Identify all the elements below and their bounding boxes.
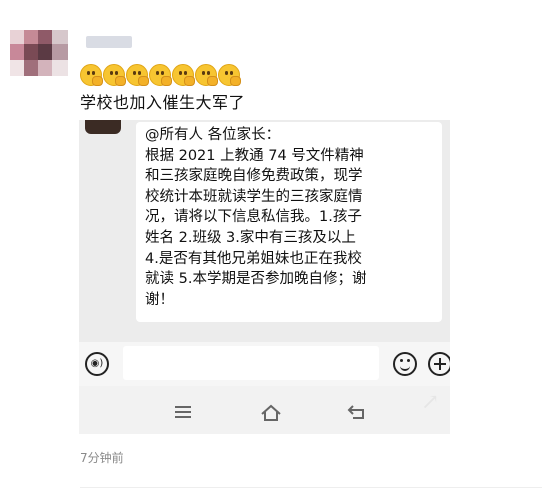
message-input — [123, 346, 379, 380]
home-icon — [261, 404, 281, 421]
yawn-emoji-icon — [218, 64, 241, 86]
sender-avatar — [85, 120, 121, 134]
plus-icon — [428, 352, 450, 376]
message-line: @所有人 各位家长： — [145, 127, 281, 143]
message-line: 和三孩家庭晚自修免费政策，现学 — [145, 168, 363, 185]
message-line: 根据 2021 上教通 74 号文件精神 — [145, 147, 364, 164]
yawn-emoji-icon — [195, 64, 218, 86]
message-text: @所有人 各位家长： 根据 2021 上教通 74 号文件精神 和三孩家庭晚自修免… — [145, 125, 439, 310]
back-icon — [347, 405, 364, 419]
message-line: 4.是否有其他兄弟姐妹也正在我校 — [145, 250, 362, 267]
yawn-emoji-icon — [126, 64, 149, 86]
yawn-emoji-icon — [80, 64, 103, 86]
message-line: 况，请将以下信息私信我。1.孩子 — [145, 209, 362, 226]
message-line: 校统计本班就读学生的三孩家庭情 — [145, 188, 363, 205]
divider — [80, 487, 542, 488]
message-line: 姓名 2.班级 3.家中有三孩及以上 — [145, 229, 356, 246]
message-line: 谢！ — [145, 291, 174, 308]
menu-icon — [175, 406, 191, 418]
chat-screenshot[interactable]: @所有人 各位家长： 根据 2021 上教通 74 号文件精神 和三孩家庭晚自修免… — [79, 120, 450, 434]
post-caption: 学校也加入催生大军了 — [80, 93, 246, 112]
message-line: 就读 5.本学期是否参加晚自修；谢 — [145, 271, 367, 288]
username-blurred[interactable] — [86, 36, 132, 48]
emoji-icon — [393, 352, 417, 376]
avatar[interactable] — [10, 30, 68, 76]
emoji-row — [80, 64, 241, 86]
voice-icon: ◉) — [85, 352, 109, 376]
post-timestamp: 7分钟前 — [80, 451, 124, 465]
yawn-emoji-icon — [149, 64, 172, 86]
yawn-emoji-icon — [103, 64, 126, 86]
yawn-emoji-icon — [172, 64, 195, 86]
watermark: ↗ — [421, 390, 440, 415]
